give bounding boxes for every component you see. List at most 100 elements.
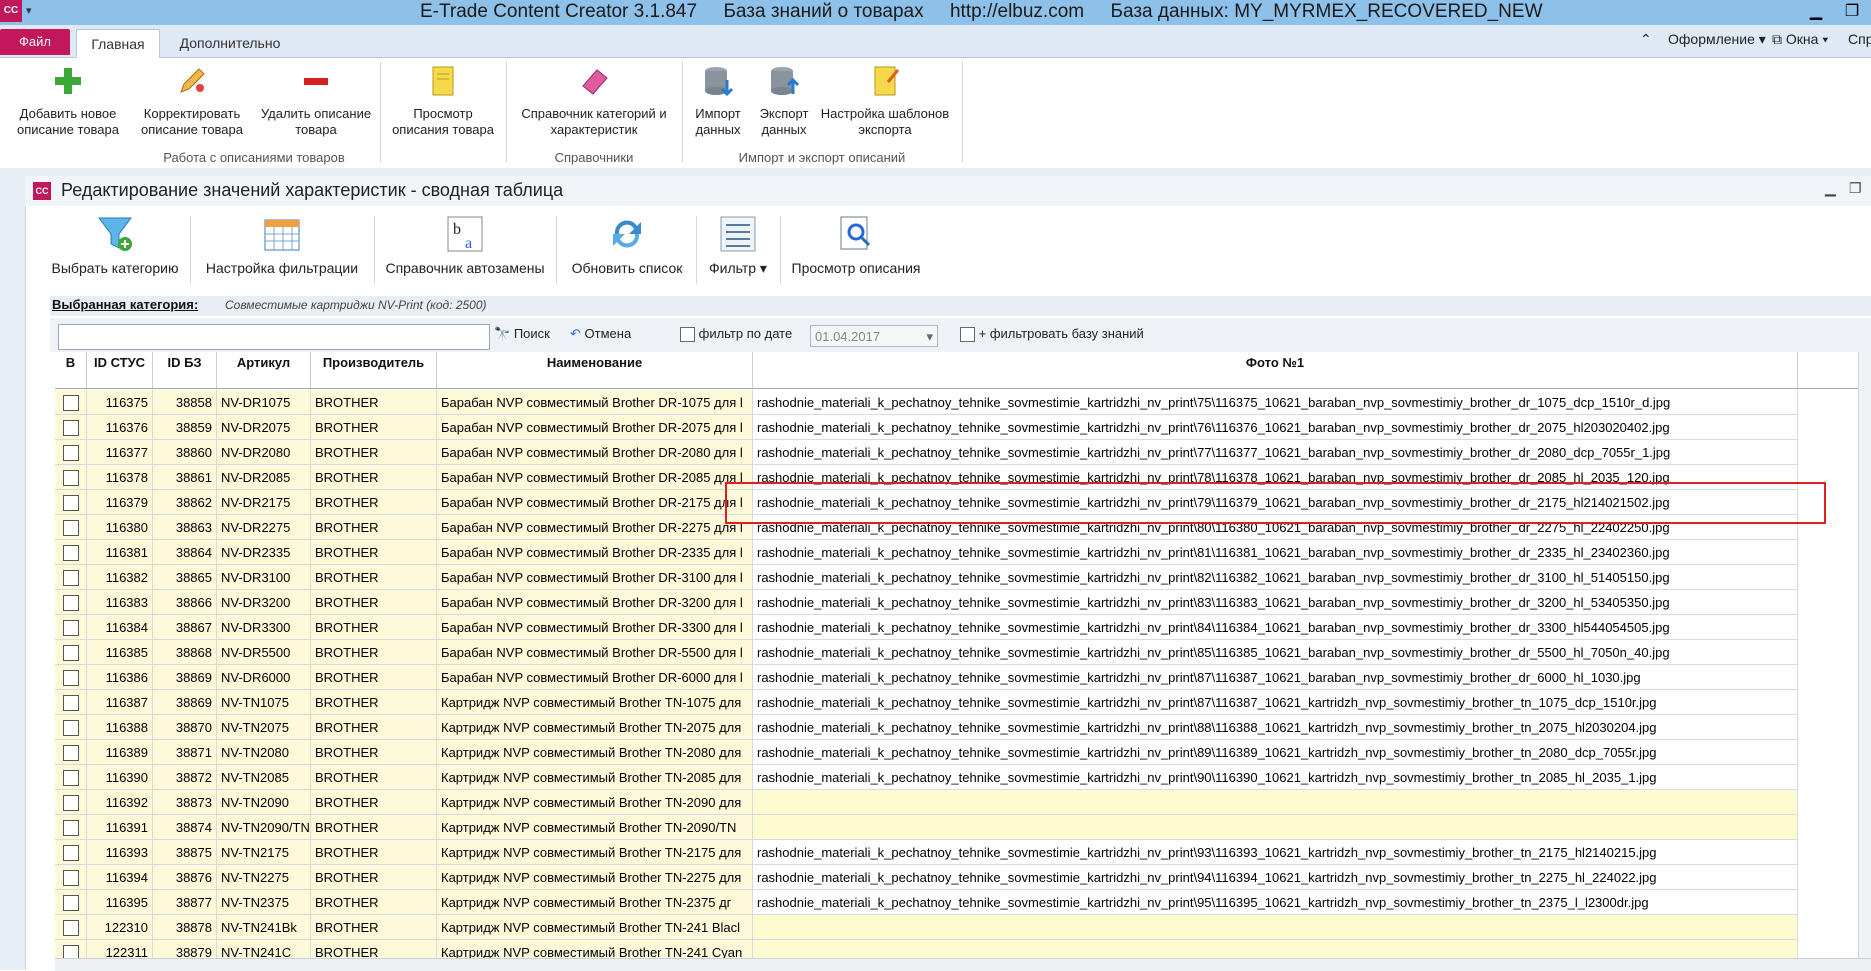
cell-manufacturer[interactable]: BROTHER (311, 690, 437, 715)
row-checkbox-box[interactable] (62, 894, 79, 911)
cell-photo1[interactable] (753, 790, 1798, 815)
cell-name[interactable]: Барабан NVP совместимый Brother DR-2085 … (437, 465, 753, 490)
cell-id-bz[interactable]: 38872 (153, 765, 217, 790)
row-checkbox-box[interactable] (62, 419, 79, 436)
cell-id-stus[interactable]: 116392 (87, 790, 153, 815)
table-row[interactable]: 116376 38859 NV-DR2075 BROTHER Барабан NVP с… (55, 415, 1871, 440)
row-checkbox[interactable] (55, 640, 87, 665)
row-checkbox[interactable] (55, 790, 87, 815)
cell-id-bz[interactable]: 38861 (153, 465, 217, 490)
cell-article[interactable]: NV-DR3300 (217, 615, 311, 640)
cell-manufacturer[interactable]: BROTHER (311, 665, 437, 690)
cell-id-stus[interactable]: 116375 (87, 390, 153, 415)
row-checkbox-box[interactable] (62, 844, 79, 861)
date-filter-check[interactable] (680, 327, 695, 343)
menu-help[interactable]: Спр (1848, 31, 1871, 47)
row-checkbox-box[interactable] (62, 544, 79, 561)
table-row[interactable]: 116375 38858 NV-DR1075 BROTHER Барабан NVP с… (55, 390, 1871, 415)
row-checkbox[interactable] (55, 515, 87, 540)
cell-article[interactable]: NV-TN2080 (217, 740, 311, 765)
cell-article[interactable]: NV-DR2085 (217, 465, 311, 490)
cell-photo1[interactable]: rashodnie_materiali_k_pechatnoy_tehnike_… (753, 565, 1798, 590)
cell-id-bz[interactable]: 38859 (153, 415, 217, 440)
row-checkbox[interactable] (55, 715, 87, 740)
cell-manufacturer[interactable]: BROTHER (311, 515, 437, 540)
row-checkbox-box[interactable] (62, 444, 79, 461)
row-checkbox[interactable] (55, 765, 87, 790)
table-row[interactable]: 116383 38866 NV-DR3200 BROTHER Барабан NVP с… (55, 590, 1871, 615)
cell-article[interactable]: NV-TN2375 (217, 890, 311, 915)
horizontal-scrollbar[interactable] (55, 958, 1871, 971)
cell-photo1[interactable] (753, 815, 1798, 840)
cell-id-stus[interactable]: 116393 (87, 840, 153, 865)
cell-article[interactable]: NV-TN2090 (217, 790, 311, 815)
row-checkbox[interactable] (55, 590, 87, 615)
left-dock-strip[interactable] (0, 176, 26, 970)
cell-id-stus[interactable]: 122310 (87, 915, 153, 940)
col-header-id-bz[interactable]: ID БЗ (153, 352, 217, 388)
menu-appearance[interactable]: Оформление ▾ (1668, 31, 1766, 48)
row-checkbox-box[interactable] (62, 719, 79, 736)
cell-photo1[interactable]: rashodnie_materiali_k_pechatnoy_tehnike_… (753, 615, 1798, 640)
cell-name[interactable]: Картридж NVP совместимый Brother TN-2175… (437, 840, 753, 865)
cell-id-stus[interactable]: 116389 (87, 740, 153, 765)
row-checkbox-box[interactable] (62, 744, 79, 761)
cell-article[interactable]: NV-TN241Bk (217, 915, 311, 940)
cell-article[interactable]: NV-TN2275 (217, 865, 311, 890)
cell-id-stus[interactable]: 116376 (87, 415, 153, 440)
cell-name[interactable]: Картридж NVP совместимый Brother TN-2275… (437, 865, 753, 890)
cell-id-stus[interactable]: 116381 (87, 540, 153, 565)
cell-id-bz[interactable]: 38871 (153, 740, 217, 765)
cell-photo1[interactable]: rashodnie_materiali_k_pechatnoy_tehnike_… (753, 865, 1798, 890)
cell-article[interactable]: NV-TN1075 (217, 690, 311, 715)
row-checkbox[interactable] (55, 390, 87, 415)
cell-id-stus[interactable]: 116387 (87, 690, 153, 715)
knowledge-filter-check[interactable] (960, 327, 975, 343)
cell-name[interactable]: Картридж NVP совместимый Brother TN-2075… (437, 715, 753, 740)
row-checkbox-box[interactable] (62, 919, 79, 936)
cell-name[interactable]: Барабан NVP совместимый Brother DR-3100 … (437, 565, 753, 590)
cell-photo1[interactable]: rashodnie_materiali_k_pechatnoy_tehnike_… (753, 640, 1798, 665)
cell-id-stus[interactable]: 116380 (87, 515, 153, 540)
filter-settings-button[interactable]: Настройка фильтрации (200, 214, 364, 276)
row-checkbox-box[interactable] (62, 819, 79, 836)
cell-article[interactable]: NV-TN2085 (217, 765, 311, 790)
cell-article[interactable]: NV-TN2175 (217, 840, 311, 865)
row-checkbox-box[interactable] (62, 569, 79, 586)
cell-id-bz[interactable]: 38877 (153, 890, 217, 915)
cell-id-bz[interactable]: 38869 (153, 690, 217, 715)
cell-manufacturer[interactable]: BROTHER (311, 615, 437, 640)
cell-photo1[interactable]: rashodnie_materiali_k_pechatnoy_tehnike_… (753, 890, 1798, 915)
cell-id-bz[interactable]: 38873 (153, 790, 217, 815)
cell-id-bz[interactable]: 38864 (153, 540, 217, 565)
minimize-icon[interactable]: ▁ (1800, 1, 1832, 23)
cell-manufacturer[interactable]: BROTHER (311, 565, 437, 590)
row-checkbox[interactable] (55, 615, 87, 640)
cell-name[interactable]: Барабан NVP совместимый Brother DR-2075 … (437, 415, 753, 440)
cell-photo1[interactable] (753, 915, 1798, 940)
cell-photo1[interactable]: rashodnie_materiali_k_pechatnoy_tehnike_… (753, 690, 1798, 715)
cell-article[interactable]: NV-DR2175 (217, 490, 311, 515)
view-description-toolbar-button[interactable]: Просмотр описания (784, 214, 928, 276)
import-data-button[interactable]: Импорт данных (686, 64, 750, 138)
cell-id-stus[interactable]: 116378 (87, 465, 153, 490)
cell-article[interactable]: NV-DR2275 (217, 515, 311, 540)
cancel-search-button[interactable]: ↶ Отмена (570, 326, 631, 342)
cell-id-bz[interactable]: 38865 (153, 565, 217, 590)
cell-photo1[interactable]: rashodnie_materiali_k_pechatnoy_tehnike_… (753, 390, 1798, 415)
table-row[interactable]: 116394 38876 NV-TN2275 BROTHER Картридж NVP … (55, 865, 1871, 890)
categories-reference-button[interactable]: Справочник категорий и характеристик (512, 64, 676, 138)
cell-id-bz[interactable]: 38875 (153, 840, 217, 865)
cell-manufacturer[interactable]: BROTHER (311, 740, 437, 765)
row-checkbox-box[interactable] (62, 594, 79, 611)
row-checkbox-box[interactable] (62, 519, 79, 536)
table-row[interactable]: 116381 38864 NV-DR2335 BROTHER Барабан NVP с… (55, 540, 1871, 565)
cell-manufacturer[interactable]: BROTHER (311, 790, 437, 815)
col-header-photo1[interactable]: Фото №1 (753, 352, 1798, 388)
row-checkbox[interactable] (55, 565, 87, 590)
cell-name[interactable]: Барабан NVP совместимый Brother DR-6000 … (437, 665, 753, 690)
cell-manufacturer[interactable]: BROTHER (311, 840, 437, 865)
cell-name[interactable]: Картридж NVP совместимый Brother TN-241 … (437, 915, 753, 940)
cell-id-stus[interactable]: 116388 (87, 715, 153, 740)
col-header-name[interactable]: Наименование (437, 352, 753, 388)
